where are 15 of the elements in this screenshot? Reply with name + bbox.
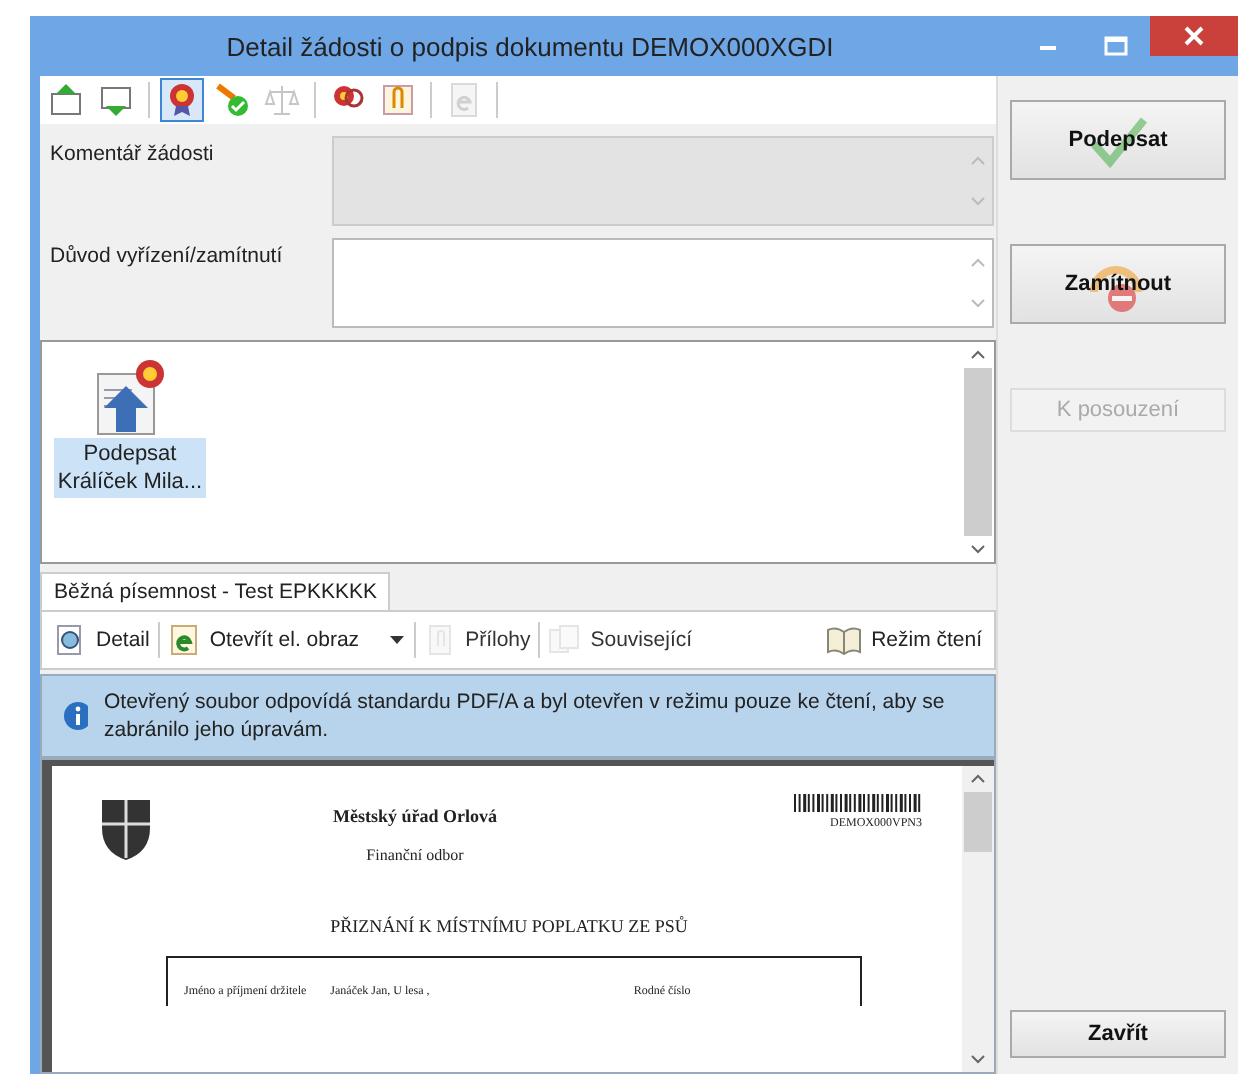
window-title: Detail žádosti o podpis dokumentu DEMOX000XGDI	[224, 31, 836, 61]
detail-button[interactable]: Detail	[46, 620, 158, 660]
document-heading: PŘIZNÁNÍ K MÍSTNÍMU POPLATKU ZE PSŮ	[328, 916, 690, 936]
document-tab[interactable]: Běžná písemnost - Test EPKKKKK	[40, 572, 391, 610]
reading-mode-button[interactable]: Režim čtení	[817, 620, 990, 660]
close-dialog-button[interactable]: Zavřít	[1010, 1010, 1226, 1058]
attachment-item[interactable]: Podepsat Králíček Mila...	[53, 438, 207, 498]
info-message: Otevřený soubor odpovídá standardu PDF/A a byl otevřen v režimu pouze ke čtení, aby se zabránilo jeho úpravám.	[104, 688, 947, 744]
sign-button[interactable]: Podepsat	[1010, 100, 1226, 180]
open-image-button[interactable]: Otevřít el. obraz	[159, 620, 414, 660]
reject-button[interactable]: Zamítnout	[1010, 244, 1226, 324]
office-name: Městský úřad Orlová	[333, 806, 497, 826]
field-label: Důvod vyřízení/zamítnutí	[50, 242, 285, 272]
field-label: Komentář žádosti	[50, 140, 216, 170]
department-name: Finanční odbor	[366, 846, 464, 864]
